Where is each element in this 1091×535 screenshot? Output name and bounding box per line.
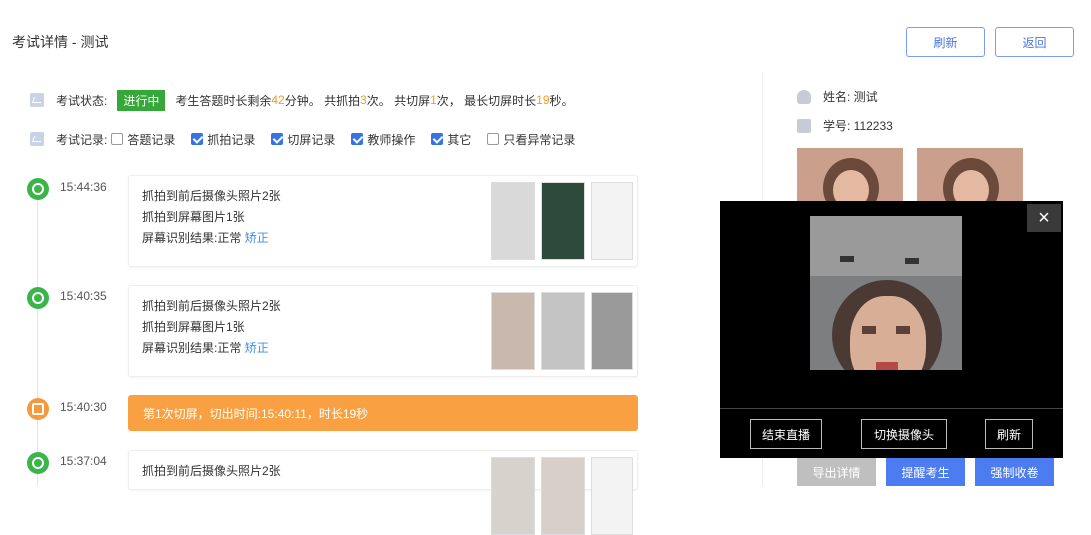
capture-event-icon — [27, 452, 49, 474]
capture-line-1: 抓拍到前后摄像头照片2张 — [142, 299, 281, 313]
checkbox-icon[interactable] — [487, 133, 500, 145]
filter-switch-records[interactable]: 切屏记录 — [271, 131, 335, 148]
front-camera-thumbnail[interactable] — [491, 292, 535, 370]
student-name: 姓名: 测试 — [797, 88, 878, 105]
screen-thumbnail[interactable] — [591, 457, 633, 535]
rear-camera-thumbnail[interactable] — [541, 457, 585, 535]
top-bar: 考试详情 - 测试 刷新 返回 — [0, 0, 1091, 72]
page-title: 考试详情 - 测试 — [12, 34, 109, 50]
student-photo[interactable] — [917, 148, 1023, 208]
status-text-2: 分钟。 共抓拍 — [284, 93, 361, 108]
chart-icon — [30, 132, 44, 146]
checkbox-checked-icon[interactable] — [351, 133, 364, 145]
refresh-button[interactable]: 刷新 — [906, 27, 985, 57]
exam-status-row: 考试状态: 进行中 考生答题时长剩余 42 分钟。 共抓拍 3 次。 共切屏 1… — [30, 89, 574, 111]
status-text-4: 次， 最长切屏时长 — [436, 93, 537, 108]
capture-line-2: 抓拍到屏幕图片1张 — [142, 320, 245, 334]
front-camera-thumbnail[interactable] — [491, 182, 535, 260]
student-id: 学号: 112233 — [797, 117, 893, 134]
remaining-minutes: 42 — [271, 93, 285, 107]
live-video-popup: × 结束直播 切换摄像头 刷新 — [720, 201, 1063, 458]
rear-camera-thumbnail[interactable] — [541, 182, 585, 260]
filter-other[interactable]: 其它 — [431, 131, 471, 148]
capture-record-card: 抓拍到前后摄像头照片2张 抓拍到屏幕图片1张 屏幕识别结果:正常 矫正 — [128, 285, 638, 377]
records-label: 考试记录: — [56, 132, 108, 147]
checkbox-icon[interactable] — [111, 133, 124, 145]
export-details-button[interactable]: 导出详情 — [797, 458, 876, 486]
end-live-button[interactable]: 结束直播 — [750, 419, 822, 449]
id-card-icon — [797, 118, 811, 133]
capture-event-icon — [27, 287, 49, 309]
event-time: 15:40:30 — [60, 400, 107, 414]
popup-divider — [720, 408, 1063, 409]
capture-line-2: 抓拍到屏幕图片1张 — [142, 210, 245, 224]
event-time: 15:40:35 — [60, 289, 107, 303]
event-time: 15:44:36 — [60, 180, 107, 194]
close-icon[interactable]: × — [1027, 204, 1061, 232]
live-video-feed — [810, 216, 962, 370]
remind-student-button[interactable]: 提醒考生 — [886, 458, 965, 486]
user-icon — [797, 89, 811, 104]
capture-line-3: 屏幕识别结果:正常 — [142, 231, 242, 245]
popup-refresh-button[interactable]: 刷新 — [985, 419, 1033, 449]
screen-switch-alert: 第1次切屏，切出时间:15:40:11，时长19秒 — [128, 395, 638, 431]
screen-switch-event-icon — [27, 398, 49, 420]
status-label: 考试状态: — [56, 93, 108, 108]
capture-record-card: 抓拍到前后摄像头照片2张 抓拍到屏幕图片1张 屏幕识别结果:正常 矫正 — [128, 175, 638, 267]
filter-answer-records[interactable]: 答题记录 — [111, 131, 175, 148]
screen-thumbnail[interactable] — [591, 182, 633, 260]
switch-camera-button[interactable]: 切换摄像头 — [861, 419, 947, 449]
switch-count: 1 — [430, 93, 437, 107]
status-text-3: 次。 共切屏 — [366, 93, 431, 108]
capture-line-1: 抓拍到前后摄像头照片2张 — [142, 464, 281, 478]
back-button[interactable]: 返回 — [995, 27, 1074, 57]
checkbox-checked-icon[interactable] — [271, 133, 284, 145]
filter-capture-records[interactable]: 抓拍记录 — [191, 131, 255, 148]
capture-count: 3 — [360, 93, 367, 107]
status-text-1: 考生答题时长剩余 — [175, 93, 272, 108]
student-photo[interactable] — [797, 148, 903, 208]
capture-record-card: 抓拍到前后摄像头照片2张 — [128, 450, 638, 535]
filter-abnormal-only[interactable]: 只看异常记录 — [487, 131, 575, 148]
checkbox-checked-icon[interactable] — [191, 133, 204, 145]
capture-line-3: 屏幕识别结果:正常 — [142, 341, 242, 355]
status-text-5: 秒。 — [549, 93, 574, 108]
timeline-line — [37, 190, 38, 486]
screen-thumbnail[interactable] — [591, 292, 633, 370]
front-camera-thumbnail[interactable] — [491, 457, 535, 535]
capture-line-1: 抓拍到前后摄像头照片2张 — [142, 189, 281, 203]
record-filter-row: 考试记录: 答题记录 抓拍记录 切屏记录 教师操作 其它 只看异常记录 — [30, 129, 591, 149]
correct-link[interactable]: 矫正 — [245, 341, 269, 355]
checkbox-checked-icon[interactable] — [431, 133, 444, 145]
filter-teacher-ops[interactable]: 教师操作 — [351, 131, 415, 148]
event-time: 15:37:04 — [60, 454, 107, 468]
correct-link[interactable]: 矫正 — [245, 231, 269, 245]
rear-camera-thumbnail[interactable] — [541, 292, 585, 370]
status-badge: 进行中 — [117, 89, 166, 111]
max-switch-seconds: 19 — [536, 93, 550, 107]
chart-icon — [30, 93, 44, 107]
capture-event-icon — [27, 178, 49, 200]
force-submit-button[interactable]: 强制收卷 — [975, 458, 1054, 486]
